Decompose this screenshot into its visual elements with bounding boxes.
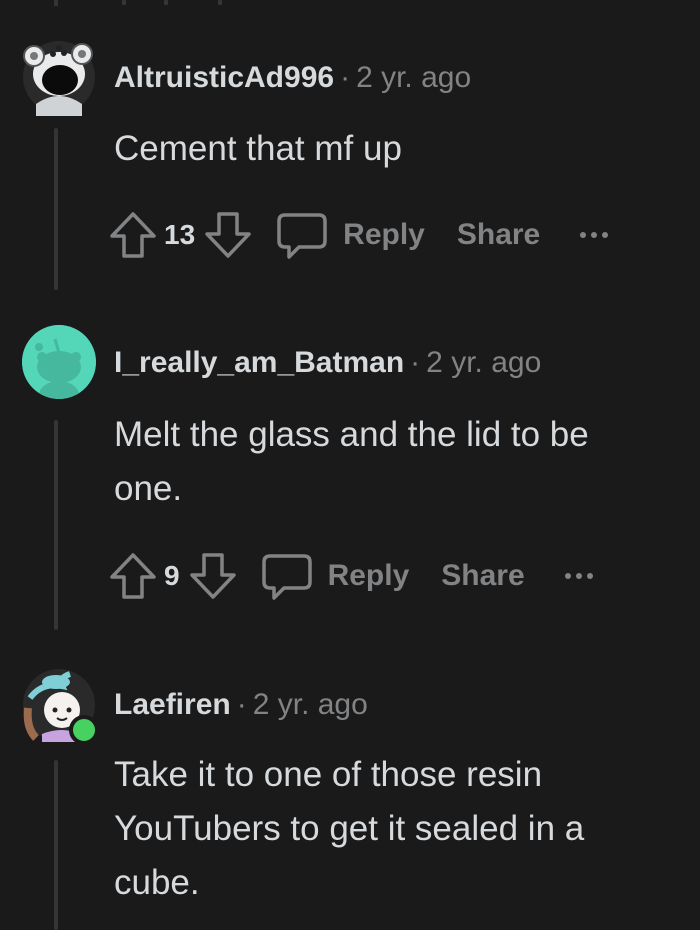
meta-separator: · [340,61,351,94]
upvote-icon[interactable] [108,209,158,261]
more-options-icon[interactable] [580,232,609,238]
vote-count: 13 [164,219,196,250]
online-status-icon [69,715,99,745]
thread-line[interactable] [54,128,58,290]
comment-body: Melt the glass and the lid to be one. [114,415,589,508]
comment-meta: AltruisticAd996 · 2 yr. ago [114,61,471,95]
timestamp[interactable]: 2 yr. ago [426,346,541,379]
comment-actions: 13 Reply Share [108,207,609,263]
username-link[interactable]: I_really_am_Batman [114,346,404,379]
comment-actions: 9 Reply Share [108,548,593,604]
upvote-icon[interactable] [108,550,158,602]
comment-bubble-icon[interactable] [260,550,314,602]
downvote-icon[interactable] [188,550,238,602]
default-snoo-avatar-icon[interactable] [22,325,96,399]
username-link[interactable]: AltruisticAd996 [114,61,334,94]
share-button[interactable]: Share [441,559,524,593]
thread-line[interactable] [54,420,58,630]
meta-separator: · [236,688,247,721]
comment-body: Cement that mf up [114,129,402,168]
more-options-icon[interactable] [564,573,593,579]
comment-meta: I_really_am_Batman · 2 yr. ago [114,346,541,380]
username-link[interactable]: Laefiren [114,688,231,721]
thread-line-top [54,0,58,6]
reply-button[interactable]: Reply [343,218,425,252]
thread-line[interactable] [54,760,58,930]
timestamp[interactable]: 2 yr. ago [356,61,471,94]
comment-bubble-icon[interactable] [275,209,329,261]
downvote-icon[interactable] [203,209,253,261]
timestamp[interactable]: 2 yr. ago [253,688,368,721]
meta-separator: · [410,346,421,379]
koala-snoo-avatar-icon[interactable] [22,38,96,116]
reply-button[interactable]: Reply [328,559,410,593]
share-button[interactable]: Share [457,218,540,252]
comment-meta: Laefiren · 2 yr. ago [114,688,368,722]
comment-body: Take it to one of those resin YouTubers … [114,755,585,902]
vote-count: 9 [164,560,180,591]
